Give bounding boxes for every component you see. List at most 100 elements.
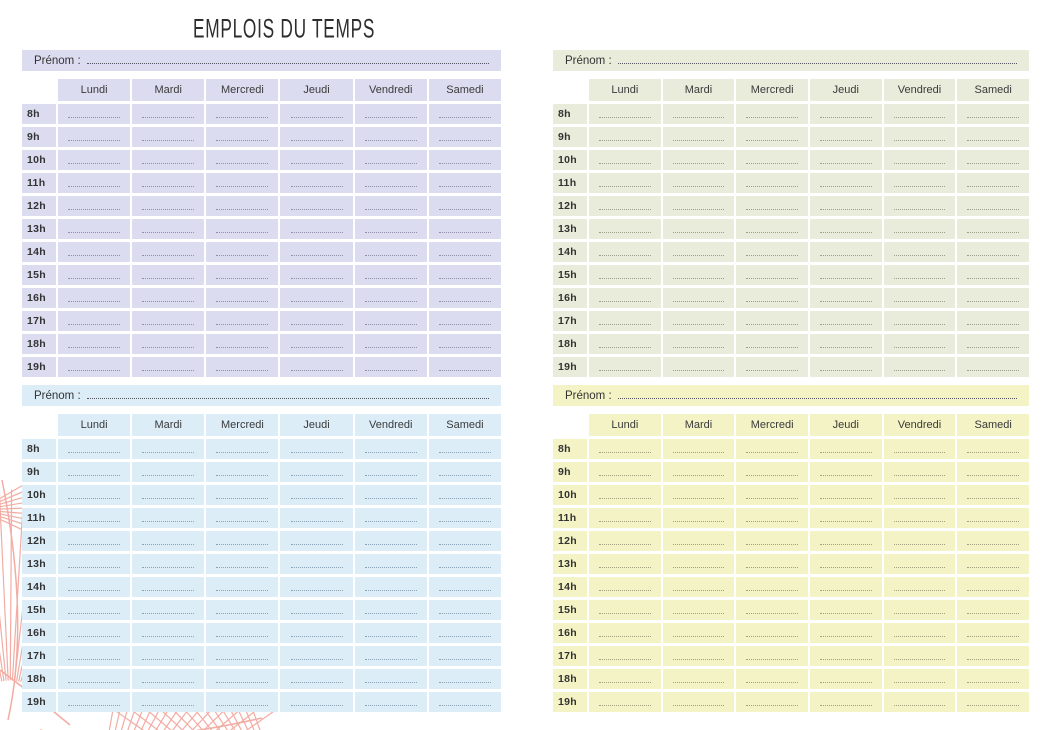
dotted-line [672, 277, 725, 279]
schedule-cell [132, 692, 205, 712]
dotted-line [142, 139, 195, 141]
schedule-cell [736, 196, 808, 216]
schedule-cell [809, 508, 882, 528]
schedule-cell [662, 669, 735, 689]
schedule-cell [589, 357, 661, 377]
schedule-cell [589, 242, 661, 262]
dotted-line [364, 497, 417, 499]
hour-label: 16h [553, 623, 587, 643]
dotted-line [820, 520, 872, 522]
schedule-cell [58, 485, 131, 505]
hour-label: 8h [553, 104, 587, 124]
dotted-line [746, 323, 798, 325]
name-row: Prénom : [22, 385, 501, 406]
dotted-line [438, 635, 491, 637]
name-field [617, 398, 1017, 399]
schedule-cell [957, 196, 1029, 216]
dotted-line [967, 589, 1019, 591]
dotted-line [68, 474, 121, 476]
dotted-line [599, 566, 651, 568]
dotted-line [967, 162, 1019, 164]
dotted-line [599, 704, 651, 706]
dotted-line [68, 658, 121, 660]
hour-label: 10h [553, 150, 587, 170]
dotted-line [68, 300, 121, 302]
day-header: Vendredi [354, 414, 427, 436]
day-header: Jeudi [809, 414, 882, 436]
dotted-line [68, 254, 121, 256]
schedule-cell [883, 288, 956, 308]
schedule-cell [736, 508, 808, 528]
dotted-line [142, 208, 195, 210]
dotted-line [364, 300, 417, 302]
schedule-cell [354, 577, 427, 597]
dotted-line [672, 474, 725, 476]
schedule-cell [280, 623, 353, 643]
schedule-cell [206, 265, 279, 285]
dotted-line [893, 497, 946, 499]
dotted-line [967, 497, 1019, 499]
schedule-cell [809, 242, 882, 262]
schedule-cell [662, 531, 735, 551]
hour-label: 8h [553, 439, 587, 459]
hour-label: 12h [553, 196, 587, 216]
hour-label: 8h [22, 439, 56, 459]
dotted-line [599, 277, 651, 279]
schedule-cell [662, 623, 735, 643]
hour-label: 19h [22, 357, 56, 377]
schedule-cell [354, 554, 427, 574]
dotted-line [142, 566, 195, 568]
hour-label: 9h [22, 127, 56, 147]
schedule-cell [132, 288, 205, 308]
dotted-line [216, 162, 269, 164]
dotted-line [364, 369, 417, 371]
planner-spread: EMPLOIS DU TEMPS Prénom : Lundi Mardi Mercr… [0, 0, 1054, 730]
dotted-line [142, 451, 195, 453]
schedule-cell [736, 531, 808, 551]
schedule-cell [428, 127, 501, 147]
schedule-cell [280, 669, 353, 689]
dotted-line [68, 185, 121, 187]
dotted-line [290, 346, 343, 348]
dotted-line [893, 704, 946, 706]
dotted-line [216, 208, 269, 210]
schedule-cell [957, 311, 1029, 331]
dotted-line [893, 543, 946, 545]
schedule-cell [428, 485, 501, 505]
dotted-line [142, 162, 195, 164]
schedule-cell [883, 242, 956, 262]
schedule-cell [589, 600, 661, 620]
schedule-cell [206, 439, 279, 459]
schedule-cell [354, 334, 427, 354]
dotted-line [893, 612, 946, 614]
dotted-line [820, 185, 872, 187]
schedule-cell [883, 127, 956, 147]
dotted-line [290, 612, 343, 614]
dotted-line [290, 589, 343, 591]
schedule-cell [809, 311, 882, 331]
dotted-line [820, 208, 872, 210]
dotted-line [438, 231, 491, 233]
schedule-cell [662, 692, 735, 712]
schedule-cell [206, 600, 279, 620]
dotted-line [364, 681, 417, 683]
schedule-cell [809, 485, 882, 505]
schedule-cell [736, 357, 808, 377]
hour-label: 18h [22, 669, 56, 689]
schedule-cell [354, 600, 427, 620]
dotted-line [746, 589, 798, 591]
dotted-line [893, 451, 946, 453]
schedule-cell [428, 219, 501, 239]
schedule-cell [58, 104, 131, 124]
dotted-line [142, 681, 195, 683]
schedule-cell [280, 462, 353, 482]
schedule-cell [428, 554, 501, 574]
schedule-cell [957, 623, 1029, 643]
dotted-line [216, 369, 269, 371]
schedule-cell [883, 104, 956, 124]
dotted-line [438, 497, 491, 499]
schedule-cell [957, 577, 1029, 597]
schedule-cell [132, 196, 205, 216]
dotted-line [290, 543, 343, 545]
day-header: Mercredi [736, 414, 808, 436]
